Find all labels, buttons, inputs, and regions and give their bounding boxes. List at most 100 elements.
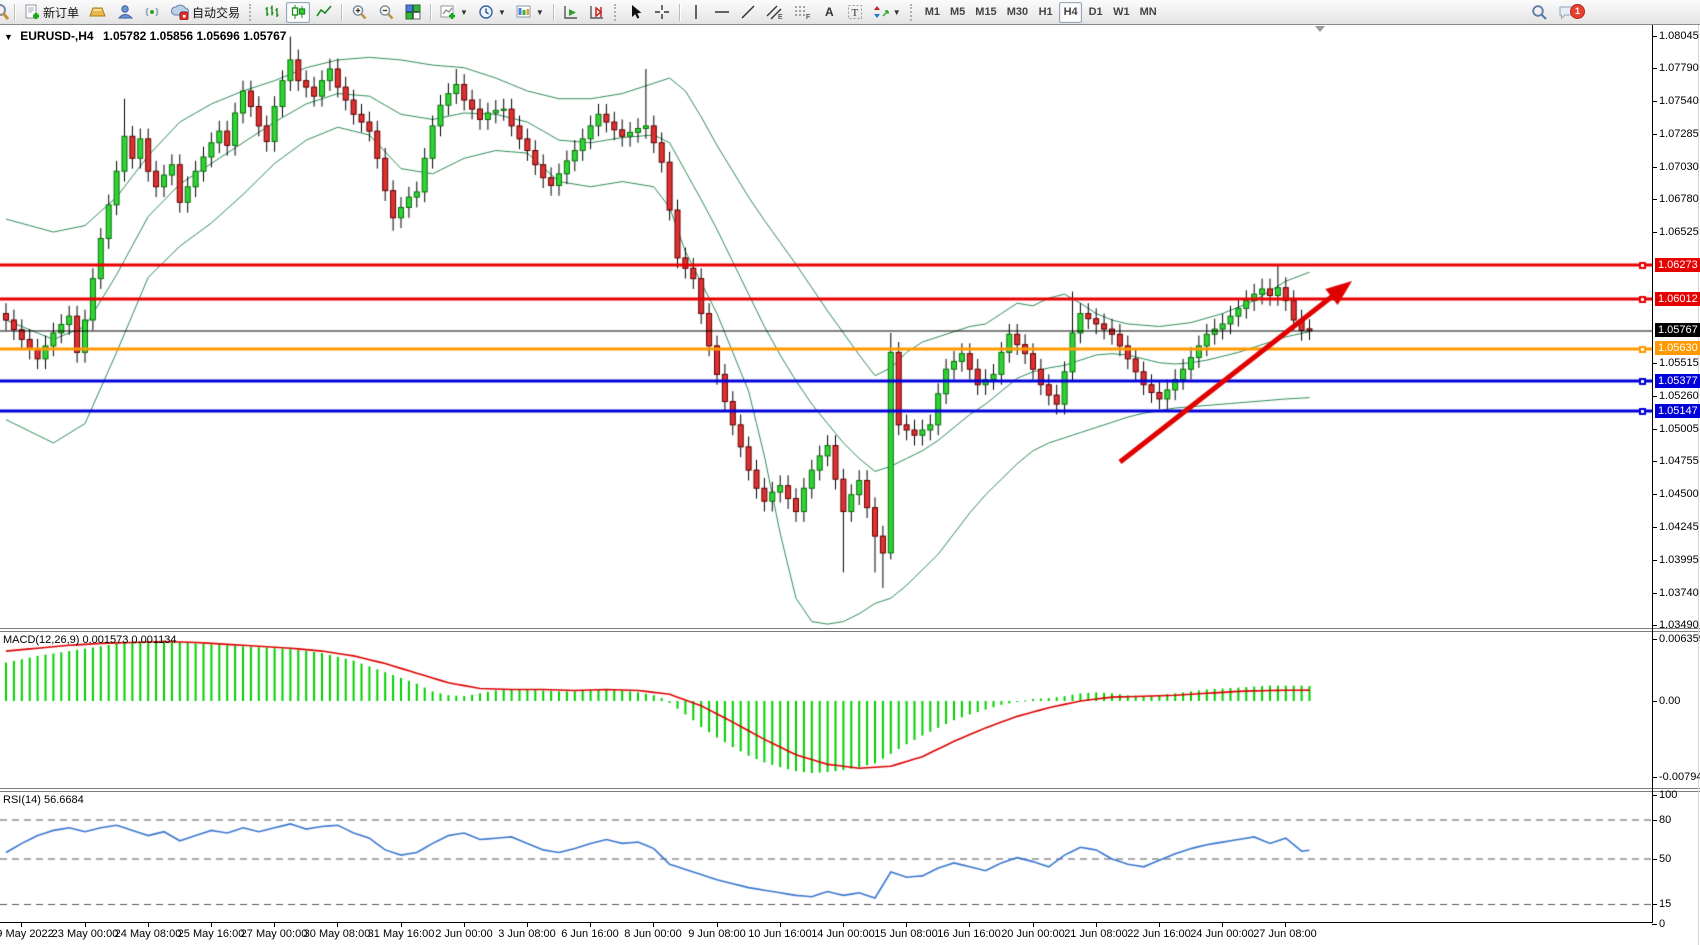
market-watch-button[interactable] [113,2,138,23]
vertical-line-tool-button[interactable] [685,2,708,23]
rsi-tick-mark [1652,904,1657,905]
timeframe-h1-button[interactable]: H1 [1034,2,1057,23]
chart-shift-marker[interactable] [1315,26,1325,32]
arrows-tool-button[interactable]: ▼ [869,2,905,23]
zoom-out-button[interactable] [374,2,399,23]
price-tick-mark [1652,560,1657,561]
macd-tick-mark [1652,701,1657,702]
price-tick-mark [1652,232,1657,233]
candlestick-mode-button[interactable] [286,2,310,23]
auto-scroll-button[interactable] [559,2,583,23]
timeframe-mn-button[interactable]: MN [1136,2,1161,23]
price-axis-line[interactable] [1652,25,1653,923]
new-order-button[interactable]: 新订单 [20,2,83,23]
price-line-label: 1.06012 [1655,292,1700,306]
macd-tick: 0.00 [1659,695,1680,708]
indicators-button[interactable]: ▼ [436,2,472,23]
timeframe-m30-button[interactable]: M30 [1003,2,1032,23]
timeframe-w1-button[interactable]: W1 [1109,2,1134,23]
macd-tick: 0.006359 [1659,633,1700,646]
rsi-tick: 100 [1659,789,1677,802]
price-tick: 1.04245 [1659,521,1699,534]
price-tick-mark [1652,461,1657,462]
toolbar-separator [14,4,15,21]
timeframe-h4-button[interactable]: H4 [1059,2,1082,23]
price-tick: 1.03740 [1659,587,1699,600]
zoom-in-button[interactable] [347,2,372,23]
price-tick: 1.08045 [1659,30,1699,43]
gold-bar-icon [89,5,107,19]
chart-shift-button[interactable] [585,2,609,23]
date-tick-mark [1222,922,1223,927]
auto-trading-button[interactable]: 自动交易 [167,2,244,23]
channel-icon: E [766,4,784,20]
tile-windows-button[interactable] [401,2,425,23]
fibonacci-tool-button[interactable]: F [790,2,816,23]
price-tick-mark [1652,199,1657,200]
date-tick-mark [1096,922,1097,927]
auto-trading-icon [171,4,189,20]
price-tick: 1.07540 [1659,95,1699,108]
date-tick-mark [780,922,781,927]
date-tick-mark [1033,922,1034,927]
date-tick-mark [274,922,275,927]
templates-button[interactable]: ▼ [512,2,548,23]
notifications-button[interactable]: 1 [1554,2,1580,23]
horizontal-line-tool-button[interactable] [710,2,734,23]
new-order-label: 新订单 [43,4,79,21]
main-chart-canvas[interactable] [0,25,1652,628]
dropdown-arrow-icon: ▼ [498,8,506,17]
date-tick-mark [85,922,86,927]
macd-panel-canvas[interactable] [0,632,1652,788]
price-tick-mark [1652,68,1657,69]
price-tick: 1.04500 [1659,488,1699,501]
rsi-panel-canvas[interactable] [0,792,1652,922]
zoom-in-icon [351,4,368,20]
line-chart-icon [316,4,332,20]
text-tool-button[interactable]: A [818,2,841,23]
auto-scroll-icon [563,4,579,20]
charts-profile-button[interactable] [85,2,111,23]
toolbar-separator [341,4,342,21]
price-tick: 1.07285 [1659,128,1699,141]
cursor-tool-button[interactable] [625,2,648,23]
indicators-icon [440,4,456,20]
price-tick-mark [1652,363,1657,364]
timeframe-m15-button[interactable]: M15 [971,2,1000,23]
profile-icon [117,4,134,20]
dropdown-arrow-icon: ▼ [893,8,901,17]
panel-splitter-macd[interactable] [0,628,1700,632]
arrows-shapes-icon [873,4,889,20]
svg-text:F: F [806,14,810,20]
price-tick-mark [1652,429,1657,430]
chart-ohlc-values: 1.05782 1.05856 1.05696 1.05767 [103,29,287,43]
panel-splitter-rsi[interactable] [0,788,1700,792]
date-tick-mark [211,922,212,927]
signal-icon [144,4,161,20]
search-button[interactable] [1527,2,1552,23]
timeframe-m1-button[interactable]: M1 [921,2,944,23]
line-chart-mode-button[interactable] [312,2,336,23]
svg-text:T: T [851,7,858,19]
rsi-tick-mark [1652,859,1657,860]
date-tick-mark [401,922,402,927]
trendline-icon [740,4,756,20]
text-label-tool-button[interactable]: T [843,2,867,23]
rsi-tick: 15 [1659,898,1671,911]
signals-button[interactable] [140,2,165,23]
cursor-arrow-icon [629,4,643,20]
price-line-label: 1.05377 [1655,374,1700,388]
crosshair-tool-button[interactable] [650,2,674,23]
notification-badge: 1 [1570,4,1585,19]
date-tick-mark [148,922,149,927]
equidistant-channel-tool-button[interactable]: E [762,2,788,23]
macd-indicator-label: MACD(12,26,9) 0.001573 0.001134 [3,634,176,646]
trendline-tool-button[interactable] [736,2,760,23]
timeframe-m5-button[interactable]: M5 [946,2,969,23]
chart-expand-icon[interactable]: ▼ [4,32,13,42]
timeframe-d1-button[interactable]: D1 [1084,2,1107,23]
bar-chart-mode-button[interactable] [260,2,284,23]
timeframe-group: M1M5M15M30H1H4D1W1MN [920,2,1162,23]
periods-button[interactable]: ▼ [474,2,510,23]
template-icon [516,4,532,20]
